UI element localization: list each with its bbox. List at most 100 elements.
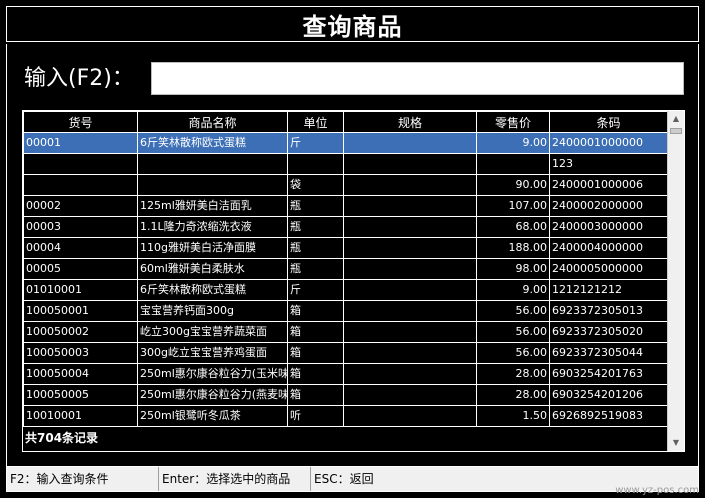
column-header-name[interactable]: 商品名称 xyxy=(137,111,288,133)
table-cell: 123 xyxy=(549,153,668,175)
table-cell: 2400005000000 xyxy=(549,258,668,280)
table-cell: 6903254201206 xyxy=(549,384,668,406)
table-cell xyxy=(343,153,477,175)
table-cell: 箱 xyxy=(287,384,344,406)
table-row[interactable]: 00001 6斤笑林散称欧式蛋糕斤 9.00 2400001000000 xyxy=(23,132,668,154)
table-cell: 100050003 xyxy=(23,342,138,364)
table-row[interactable]: 00004 110g雅妍美白活净面膜瓶 188.00 2400004000000 xyxy=(23,237,668,259)
table-cell xyxy=(343,321,477,343)
table-cell xyxy=(343,363,477,385)
table-header-row: 货号 商品名称 单位 规格 零售价 条码 xyxy=(23,111,668,133)
scroll-thumb[interactable] xyxy=(670,128,682,134)
table-cell: 110g雅妍美白活净面膜 xyxy=(137,237,288,259)
table-cell: 6926892519083 xyxy=(549,405,668,427)
results-table: 货号 商品名称 单位 规格 零售价 条码 00001 6斤笑林散称欧式蛋糕斤 9.0… xyxy=(23,111,668,427)
scroll-up-arrow-icon[interactable]: ▲ xyxy=(668,111,684,127)
table-cell: 125ml雅妍美白洁面乳 xyxy=(137,195,288,217)
table-row[interactable]: 10010001 250ml银鹭听冬瓜茶听 1.50 6926892519083 xyxy=(23,405,668,427)
table-row[interactable]: 100050002 屹立300g宝宝营养蔬菜面箱 56.00 692337230502… xyxy=(23,321,668,343)
table-cell: 袋 xyxy=(287,174,344,196)
table-cell: 箱 xyxy=(287,300,344,322)
table-cell xyxy=(476,153,550,175)
table-row[interactable]: 100050004 250ml惠尔康谷粒谷力(玉米味箱 28.00 690325420… xyxy=(23,363,668,385)
table-cell: 10010001 xyxy=(23,405,138,427)
table-cell: 300g屹立宝宝营养鸡蛋面 xyxy=(137,342,288,364)
table-row[interactable]: 01010001 6斤笑林散称欧式蛋糕斤 9.00 1212121212 xyxy=(23,279,668,301)
table-row[interactable]: 100050003 300g屹立宝宝营养鸡蛋面箱 56.00 692337230504… xyxy=(23,342,668,364)
table-cell: 00002 xyxy=(23,195,138,217)
table-cell: 6923372305013 xyxy=(549,300,668,322)
table-cell: 2400001000006 xyxy=(549,174,668,196)
table-cell: 100050005 xyxy=(23,384,138,406)
table-cell: 屹立300g宝宝营养蔬菜面 xyxy=(137,321,288,343)
query-product-window: 查询商品 输入(F2)： 货号 商品名称 单位 规格 零售价 条码 00001 6… xyxy=(0,0,705,498)
table-cell xyxy=(23,174,138,196)
table-cell: 1.50 xyxy=(476,405,550,427)
search-input[interactable] xyxy=(151,62,684,95)
table-cell: 100050002 xyxy=(23,321,138,343)
table-cell: 90.00 xyxy=(476,174,550,196)
table-row[interactable]: 00002 125ml雅妍美白洁面乳瓶 107.00 2400002000000 xyxy=(23,195,668,217)
table-cell: 2400003000000 xyxy=(549,216,668,238)
table-cell: 56.00 xyxy=(476,300,550,322)
table-cell: 6903254201763 xyxy=(549,363,668,385)
table-cell: 250ml银鹭听冬瓜茶 xyxy=(137,405,288,427)
table-cell xyxy=(137,174,288,196)
search-label: 输入(F2)： xyxy=(24,66,134,91)
table-cell xyxy=(343,258,477,280)
table-cell: 听 xyxy=(287,405,344,427)
table-row[interactable]: 袋 90.00 2400001000006 xyxy=(23,174,668,196)
table-cell xyxy=(287,153,344,175)
table-row[interactable]: 100050001 宝宝营养钙面300g 箱 56.00 6923372305013 xyxy=(23,300,668,322)
table-cell: 188.00 xyxy=(476,237,550,259)
status-bar: F2：输入查询条件 Enter：选择选中的商品 ESC：返回 xyxy=(6,466,699,492)
table-row[interactable]: 00003 1.1L隆力奇浓缩洗衣液瓶 68.00 2400003000000 xyxy=(23,216,668,238)
table-cell: 瓶 xyxy=(287,195,344,217)
table-cell: 6斤笑林散称欧式蛋糕 xyxy=(137,279,288,301)
table-cell: 00005 xyxy=(23,258,138,280)
column-header-item-no[interactable]: 货号 xyxy=(23,111,138,133)
table-cell: 6923372305044 xyxy=(549,342,668,364)
table-cell: 60ml雅妍美白柔肤水 xyxy=(137,258,288,280)
table-cell xyxy=(343,405,477,427)
table-cell: 2400002000000 xyxy=(549,195,668,217)
table-cell xyxy=(343,216,477,238)
table-cell: 28.00 xyxy=(476,384,550,406)
table-cell: 9.00 xyxy=(476,279,550,301)
table-cell xyxy=(23,153,138,175)
table-cell xyxy=(343,195,477,217)
table-cell: 宝宝营养钙面300g xyxy=(137,300,288,322)
table-row[interactable]: 00005 60ml雅妍美白柔肤水瓶 98.00 2400005000000 xyxy=(23,258,668,280)
table-cell: 250ml惠尔康谷粒谷力(燕麦味 xyxy=(137,384,288,406)
column-header-spec[interactable]: 规格 xyxy=(343,111,477,133)
table-cell: 100050001 xyxy=(23,300,138,322)
column-header-unit[interactable]: 单位 xyxy=(287,111,344,133)
table-cell xyxy=(343,279,477,301)
table-cell xyxy=(343,342,477,364)
table-cell: 箱 xyxy=(287,342,344,364)
watermark: www.yz-pos.com xyxy=(615,485,699,496)
vertical-scrollbar[interactable]: ▲ ▼ xyxy=(667,111,684,451)
column-header-barcode[interactable]: 条码 xyxy=(549,111,668,133)
status-hint-f2: F2：输入查询条件 xyxy=(7,467,159,491)
table-cell: 6923372305020 xyxy=(549,321,668,343)
table-cell: 68.00 xyxy=(476,216,550,238)
status-hint-enter: Enter：选择选中的商品 xyxy=(159,467,311,491)
column-header-retail-price[interactable]: 零售价 xyxy=(476,111,550,133)
table-cell: 00001 xyxy=(23,132,138,154)
table-cell: 00003 xyxy=(23,216,138,238)
table-cell: 100050004 xyxy=(23,363,138,385)
table-cell: 250ml惠尔康谷粒谷力(玉米味 xyxy=(137,363,288,385)
table-cell: 瓶 xyxy=(287,216,344,238)
table-cell xyxy=(343,384,477,406)
scroll-down-arrow-icon[interactable]: ▼ xyxy=(668,435,684,451)
table-cell: 56.00 xyxy=(476,321,550,343)
table-cell: 28.00 xyxy=(476,363,550,385)
table-cell: 斤 xyxy=(287,132,344,154)
table-row[interactable]: 100050005 250ml惠尔康谷粒谷力(燕麦味箱 28.00 690325420… xyxy=(23,384,668,406)
table-row[interactable]: 123 xyxy=(23,153,668,175)
table-cell: 00004 xyxy=(23,237,138,259)
table-cell: 2400001000000 xyxy=(549,132,668,154)
table-cell: 瓶 xyxy=(287,258,344,280)
table-cell: 98.00 xyxy=(476,258,550,280)
